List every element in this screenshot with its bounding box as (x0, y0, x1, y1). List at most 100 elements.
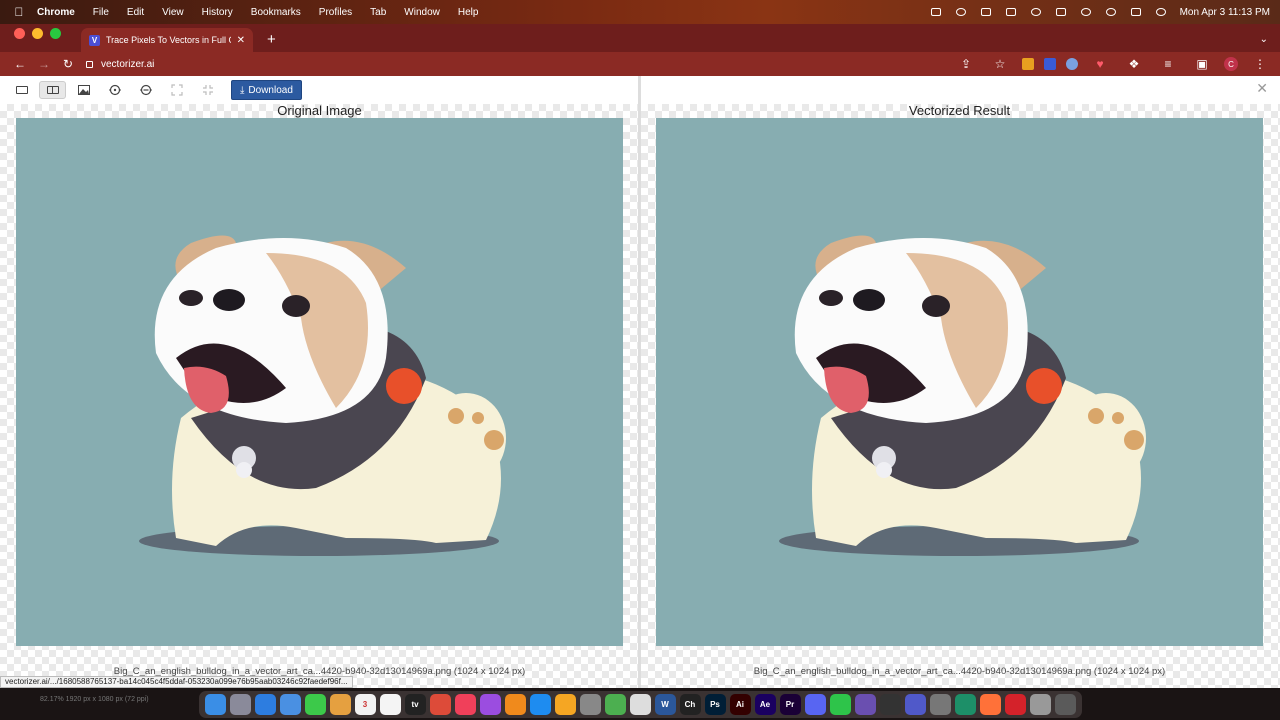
actual-size-icon (202, 85, 213, 95)
books-icon[interactable] (554, 693, 576, 715)
music-icon[interactable] (454, 693, 476, 715)
finder-icon[interactable] (204, 693, 226, 715)
close-icon[interactable]: ✕ (1256, 80, 1268, 97)
url-field[interactable]: vectorizer.ai (86, 59, 154, 70)
close-tab-icon[interactable]: ✕ (237, 35, 245, 46)
tv-icon[interactable]: tv (404, 693, 426, 715)
pane-divider-handle[interactable] (638, 76, 641, 688)
fit-screen-button[interactable] (163, 81, 190, 99)
original-image[interactable] (16, 118, 623, 646)
app-status-icon[interactable] (980, 7, 992, 17)
spotlight-search-icon[interactable] (1105, 7, 1117, 17)
macos-menu-bar:  Chrome File Edit View History Bookmark… (0, 0, 1280, 24)
disk-icon[interactable] (1029, 693, 1051, 715)
active-tab[interactable]: V Trace Pixels To Vectors in Full C ✕ (81, 28, 253, 52)
dock-shelf: 3 tv W Ch Ps Ai Ae Pr (198, 690, 1082, 718)
more-menu-icon[interactable]: ⋮ (1248, 57, 1272, 71)
bulldog-illustration-original (139, 235, 506, 556)
siri-icon[interactable] (1155, 7, 1167, 17)
extension-2-icon[interactable] (1044, 58, 1056, 70)
download-button[interactable]: ⤓ Download (231, 80, 302, 100)
bulldog-illustration-vectorized (779, 235, 1146, 556)
menu-clock[interactable]: Mon Apr 3 11:13 PM (1180, 7, 1270, 18)
minimize-window-button[interactable] (32, 28, 43, 39)
maps-icon[interactable] (604, 693, 626, 715)
play-status-icon[interactable] (1030, 7, 1042, 17)
reload-icon[interactable]: ↻ (56, 57, 80, 71)
extension-3-icon[interactable] (1066, 58, 1078, 70)
menu-help[interactable]: Help (458, 7, 479, 18)
safari-icon[interactable] (254, 693, 276, 715)
facetime-icon[interactable] (829, 693, 851, 715)
notes-icon[interactable] (379, 693, 401, 715)
vlc-icon[interactable] (504, 693, 526, 715)
acrobat-icon[interactable] (1004, 693, 1026, 715)
extension-1-icon[interactable] (1022, 58, 1034, 70)
wifi-icon[interactable] (1080, 7, 1092, 17)
lock-icon[interactable] (86, 60, 93, 68)
forward-arrow-icon[interactable]: → (32, 57, 56, 71)
menu-tab[interactable]: Tab (370, 7, 386, 18)
illustrator-icon[interactable]: Ai (729, 693, 751, 715)
apple-icon[interactable]:  (10, 5, 28, 19)
split-view-icon (46, 86, 59, 94)
reading-list-icon[interactable]: ≡ (1156, 57, 1180, 71)
teams-icon[interactable] (904, 693, 926, 715)
side-panel-icon[interactable]: ▣ (1190, 57, 1214, 71)
back-arrow-icon[interactable]: ← (8, 57, 32, 71)
menu-view[interactable]: View (162, 7, 184, 18)
control-center-icon[interactable] (1130, 7, 1142, 17)
close-window-button[interactable] (14, 28, 25, 39)
preview-icon[interactable] (929, 693, 951, 715)
calendar-icon[interactable]: 3 (354, 693, 376, 715)
launchpad-icon[interactable] (229, 693, 251, 715)
chrome-icon[interactable] (429, 693, 451, 715)
photoshop-icon[interactable]: Ps (704, 693, 726, 715)
status-area: Mon Apr 3 11:13 PM (930, 7, 1270, 18)
podcasts-icon[interactable] (479, 693, 501, 715)
app-store-icon[interactable] (529, 693, 551, 715)
menu-edit[interactable]: Edit (127, 7, 144, 18)
settings-icon[interactable] (579, 693, 601, 715)
zoom-out-button[interactable] (132, 81, 159, 99)
single-view-button[interactable] (8, 81, 35, 99)
menu-history[interactable]: History (202, 7, 233, 18)
bookmark-star-icon[interactable]: ☆ (988, 57, 1012, 71)
bluetooth-icon[interactable] (1005, 7, 1017, 17)
image-view-button[interactable] (70, 81, 97, 99)
creative-cloud-icon[interactable] (955, 7, 967, 17)
vectorized-image[interactable] (656, 118, 1263, 646)
actual-size-button[interactable] (194, 81, 221, 99)
word-icon[interactable]: W (654, 693, 676, 715)
app-icon[interactable] (854, 693, 876, 715)
trash-icon[interactable] (1054, 693, 1076, 715)
edge-icon[interactable] (954, 693, 976, 715)
menu-file[interactable]: File (93, 7, 109, 18)
menu-window[interactable]: Window (404, 7, 440, 18)
after-effects-icon[interactable]: Ae (754, 693, 776, 715)
messages-icon[interactable] (304, 693, 326, 715)
zoom-in-button[interactable] (101, 81, 128, 99)
heart-icon[interactable]: ♥ (1088, 57, 1112, 71)
menu-bookmarks[interactable]: Bookmarks (251, 7, 301, 18)
profile-avatar[interactable]: C (1224, 57, 1238, 71)
new-tab-icon[interactable]: + (267, 31, 276, 48)
premiere-icon[interactable]: Pr (779, 693, 801, 715)
discord-icon[interactable] (804, 693, 826, 715)
tab-search-chevron-icon[interactable]: ⌄ (1260, 34, 1268, 45)
extensions-puzzle-icon[interactable]: ❖ (1122, 57, 1146, 71)
photos-icon[interactable] (329, 693, 351, 715)
menu-app-name[interactable]: Chrome (37, 7, 75, 18)
firefox-icon[interactable] (979, 693, 1001, 715)
macos-dock: 82.17% 1920 px x 1080 px (72 ppi) 3 tv W Ch… (0, 688, 1280, 720)
share-icon[interactable]: ⇪ (954, 57, 978, 71)
play-icon[interactable] (879, 693, 901, 715)
mail-icon[interactable] (279, 693, 301, 715)
chatgpt-icon[interactable]: Ch (679, 693, 701, 715)
side-by-side-view-button[interactable] (39, 81, 66, 99)
tool-icon[interactable] (629, 693, 651, 715)
maximize-window-button[interactable] (50, 28, 61, 39)
menu-profiles[interactable]: Profiles (319, 7, 352, 18)
battery-icon[interactable] (1055, 7, 1067, 17)
vlc-status-icon[interactable] (930, 7, 942, 17)
